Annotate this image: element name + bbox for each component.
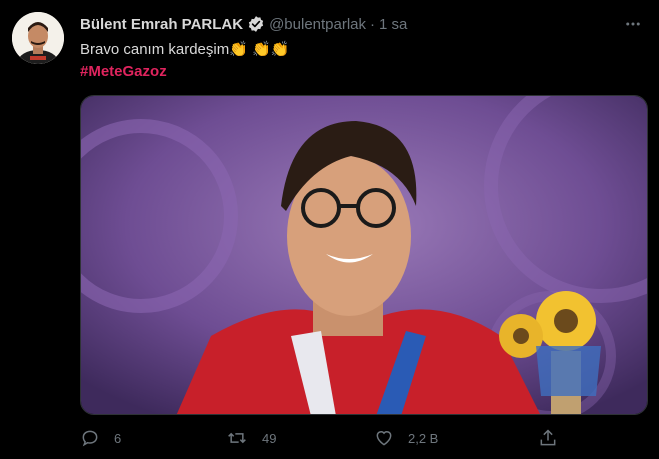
separator-dot: · <box>370 15 376 33</box>
more-options-icon[interactable] <box>623 14 643 34</box>
tweet-actions: 6 49 2,2 B <box>80 428 560 452</box>
tweet-header: Bülent Emrah PARLAK @bulentparlak · 1 sa <box>80 14 639 34</box>
avatar[interactable] <box>12 12 64 64</box>
share-icon <box>540 429 556 446</box>
tweet[interactable]: Bülent Emrah PARLAK @bulentparlak · 1 sa… <box>0 0 659 459</box>
tweet-text: Bravo canım kardeşim👏 👏👏 <box>80 40 289 58</box>
reply-count: 6 <box>114 430 122 446</box>
retweet-button[interactable]: 49 <box>226 428 276 448</box>
share-button[interactable] <box>538 428 572 448</box>
tweet-timestamp[interactable]: 1 sa <box>379 16 407 33</box>
tweet-photo[interactable] <box>80 95 648 415</box>
like-button[interactable]: 2,2 B <box>374 428 438 448</box>
author-handle[interactable]: @bulentparlak <box>269 16 366 33</box>
reply-icon <box>82 430 98 447</box>
author-name[interactable]: Bülent Emrah PARLAK <box>80 16 243 33</box>
verified-badge-icon <box>247 15 265 33</box>
retweet-count: 49 <box>262 430 277 446</box>
hashtag-link[interactable]: #MeteGazoz <box>80 63 167 80</box>
clap-emoji-pair: 👏👏 <box>252 41 290 58</box>
heart-icon <box>376 431 392 446</box>
clap-emoji: 👏 <box>229 41 248 58</box>
retweet-icon <box>228 432 246 444</box>
reply-button[interactable]: 6 <box>80 428 121 448</box>
like-count: 2,2 B <box>408 430 439 446</box>
tweet-text-body: Bravo canım kardeşim <box>80 41 230 58</box>
